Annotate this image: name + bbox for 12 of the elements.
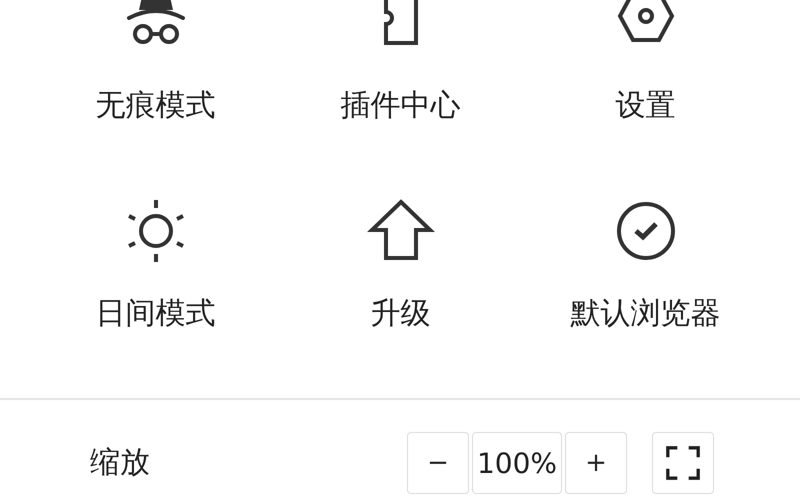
menu-item[interactable]: 升级	[278, 196, 523, 332]
fullscreen-icon	[664, 444, 702, 482]
menu-item[interactable]: 无痕模式	[33, 0, 278, 124]
menu-item[interactable]: 插件中心	[278, 0, 523, 124]
zoom-in-button[interactable]: +	[565, 432, 627, 494]
menu-item[interactable]: 设置	[523, 0, 768, 124]
zoom-out-button[interactable]: −	[407, 432, 469, 494]
menu-item[interactable]: 日间模式	[33, 196, 278, 332]
fullscreen-button[interactable]	[652, 432, 714, 494]
zoom-label: 缩放	[90, 445, 150, 481]
menu-item[interactable]: 默认浏览器	[523, 196, 768, 332]
zoom-level: 100%	[472, 432, 562, 494]
